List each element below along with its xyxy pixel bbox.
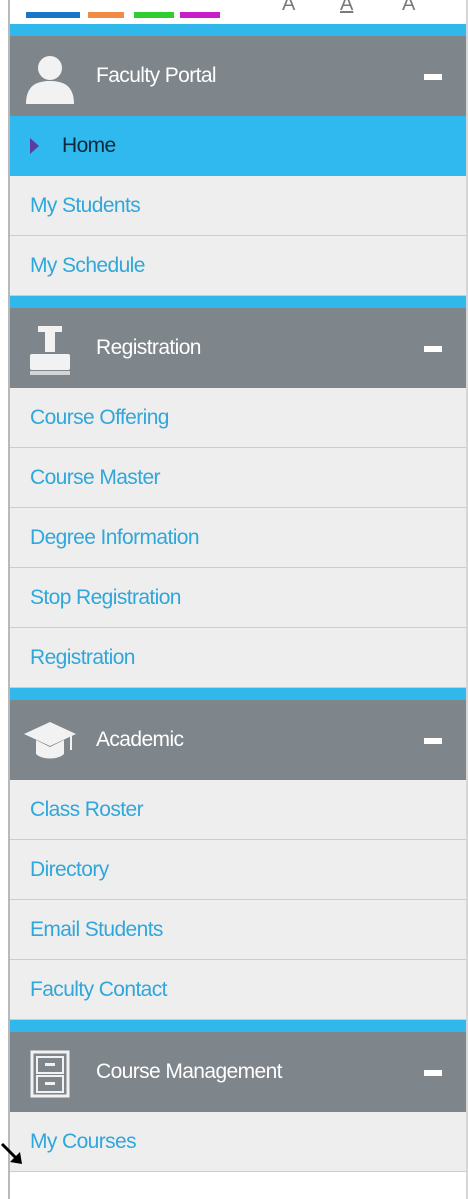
collapse-icon[interactable]: [424, 738, 442, 744]
theme-swatch-green[interactable]: [134, 12, 174, 18]
section-header-faculty-portal[interactable]: Faculty Portal: [10, 24, 466, 116]
sidebar-item-class-roster[interactable]: Class Roster: [10, 780, 466, 840]
sidebar-item-label: My Schedule: [30, 254, 145, 277]
sidebar-item-label: My Courses: [30, 1130, 137, 1153]
sidebar-item-label: Registration: [30, 646, 135, 669]
user-silhouette-icon: [26, 56, 74, 104]
sidebar-item-registration[interactable]: Registration: [10, 628, 466, 688]
section-header-academic[interactable]: Academic: [10, 688, 466, 780]
sidebar-item-email-students[interactable]: Email Students: [10, 900, 466, 960]
sidebar-item-label: Degree Information: [30, 526, 200, 549]
section-title: Registration: [96, 336, 201, 359]
sidebar-item-course-master[interactable]: Course Master: [10, 448, 466, 508]
pointer-arrow-icon: [0, 1142, 22, 1164]
stamp-icon: [30, 326, 70, 375]
theme-swatch-magenta[interactable]: [180, 12, 220, 18]
sidebar-item-label: Email Students: [30, 918, 163, 941]
section-registration: Registration Course Offering Course Mast…: [10, 296, 466, 688]
sidebar-item-label: Home: [62, 134, 116, 157]
sidebar-item-my-schedule[interactable]: My Schedule: [10, 236, 466, 296]
sidebar-item-my-courses[interactable]: My Courses: [10, 1112, 466, 1172]
section-title: Course Management: [96, 1060, 283, 1083]
font-size-small[interactable]: A: [282, 0, 295, 14]
theme-swatch-blue[interactable]: [26, 12, 80, 18]
sidebar-item-label: My Students: [30, 194, 141, 217]
sidebar-item-faculty-contact[interactable]: Faculty Contact: [10, 960, 466, 1020]
sidebar-item-label: Course Master: [30, 466, 161, 489]
sidebar-nav: Faculty Portal Home My Students My Sched…: [10, 24, 466, 1172]
sidebar-item-label: Directory: [30, 858, 109, 881]
font-size-large[interactable]: A: [402, 0, 415, 14]
active-caret-icon: [30, 138, 39, 154]
sidebar-item-course-offering[interactable]: Course Offering: [10, 388, 466, 448]
font-size-medium[interactable]: A: [340, 0, 353, 14]
theme-swatch-orange[interactable]: [88, 12, 124, 18]
theme-toolbar: A A A: [10, 0, 466, 24]
sidebar-item-label: Faculty Contact: [30, 978, 168, 1001]
collapse-icon[interactable]: [424, 346, 442, 352]
file-cabinet-icon: [30, 1050, 70, 1098]
sidebar-item-degree-information[interactable]: Degree Information: [10, 508, 466, 568]
sidebar-item-label: Course Offering: [30, 406, 169, 429]
collapse-icon[interactable]: [424, 1070, 442, 1076]
section-header-course-management[interactable]: Course Management: [10, 1020, 466, 1112]
section-course-management: Course Management My Courses: [10, 1020, 466, 1172]
collapse-icon[interactable]: [424, 74, 442, 80]
graduation-cap-icon: [24, 722, 76, 759]
sidebar-item-label: Stop Registration: [30, 586, 181, 609]
section-title: Academic: [96, 728, 184, 751]
section-academic: Academic Class Roster Directory Email St…: [10, 688, 466, 1020]
sidebar-item-my-students[interactable]: My Students: [10, 176, 466, 236]
section-faculty-portal: Faculty Portal Home My Students My Sched…: [10, 24, 466, 296]
sidebar-item-label: Class Roster: [30, 798, 144, 821]
sidebar-item-stop-registration[interactable]: Stop Registration: [10, 568, 466, 628]
section-title: Faculty Portal: [96, 64, 217, 87]
sidebar-item-directory[interactable]: Directory: [10, 840, 466, 900]
sidebar-item-home[interactable]: Home: [10, 116, 466, 176]
section-header-registration[interactable]: Registration: [10, 296, 466, 388]
